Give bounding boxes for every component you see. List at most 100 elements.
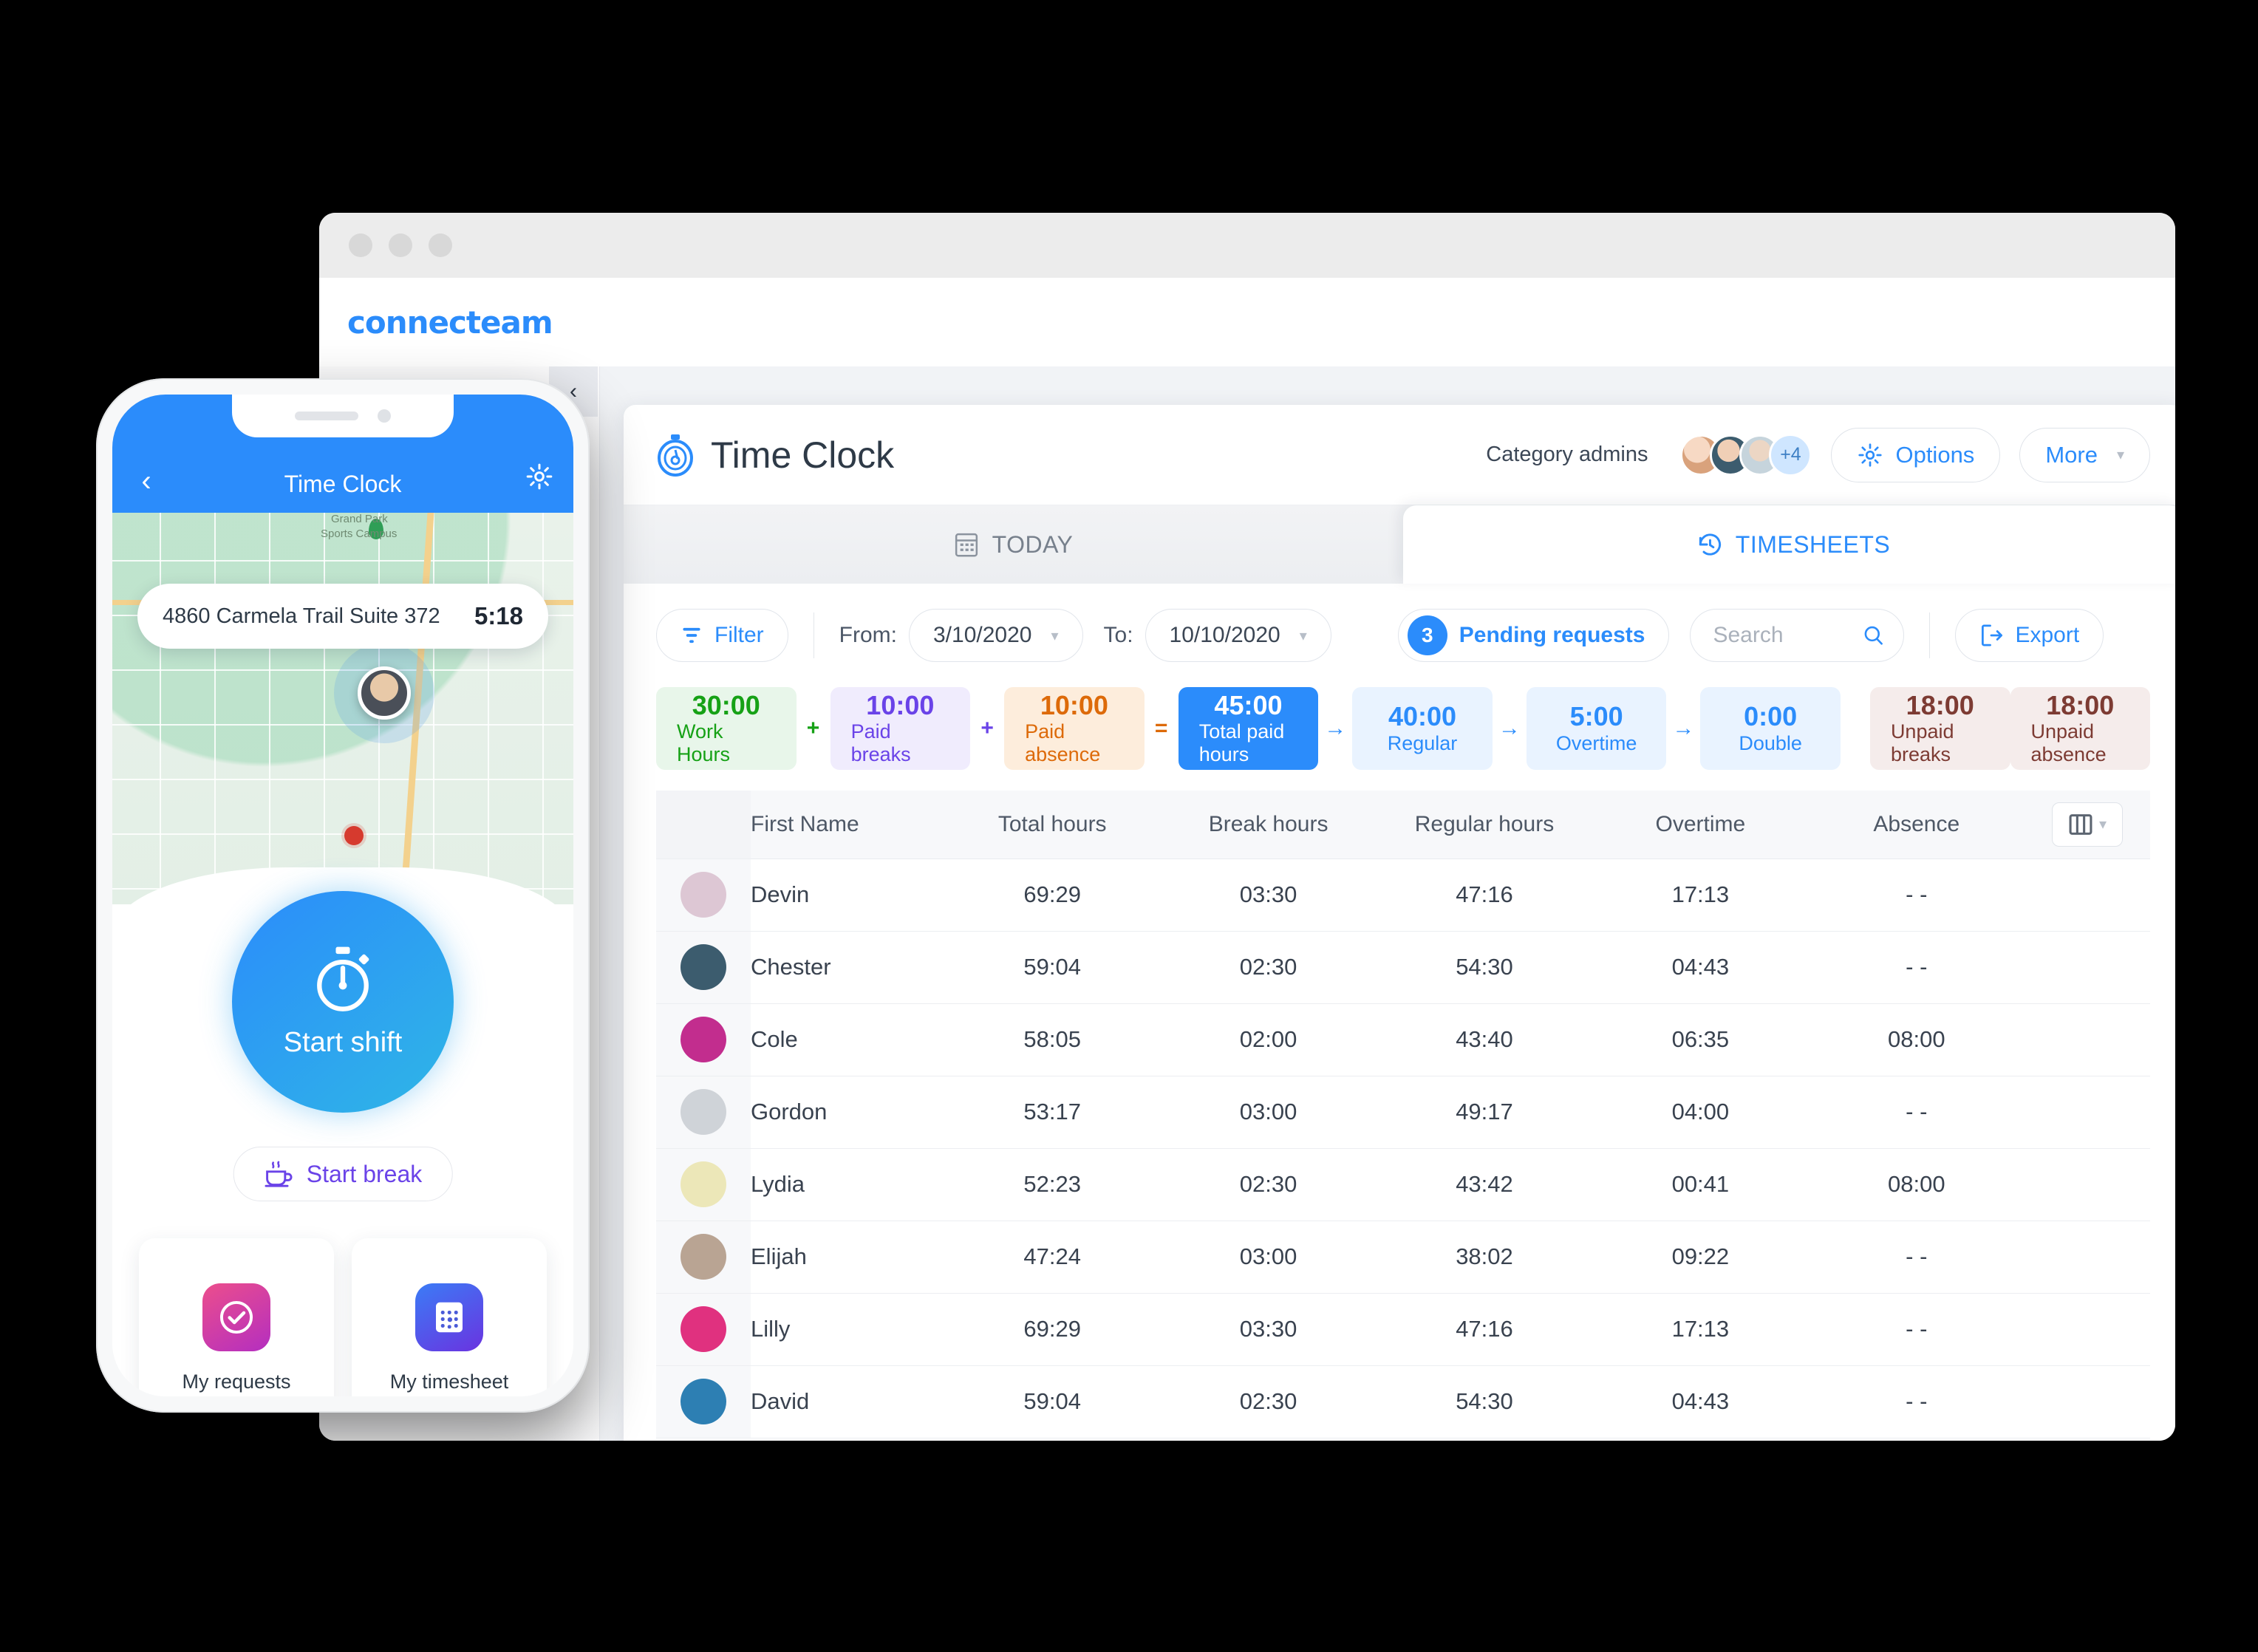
traffic-light-minimize-icon[interactable] [389, 233, 412, 257]
summary-chip-double[interactable]: 0:00 Double [1700, 687, 1841, 770]
table-row[interactable]: Lilly 69:29 03:30 47:16 17:13- - [656, 1293, 2150, 1366]
row-first-name: Lilly [751, 1293, 944, 1366]
table-row[interactable]: Chester 59:04 02:30 54:30 04:43- - [656, 931, 2150, 1004]
phone-speaker [295, 412, 358, 420]
column-picker-button[interactable]: ▾ [2052, 802, 2123, 847]
summary-chip-label: Unpaid absence [2030, 720, 2107, 766]
filter-button[interactable]: Filter [656, 609, 788, 662]
export-button[interactable]: Export [1955, 609, 2104, 662]
row-total-hours: 59:04 [944, 1365, 1161, 1438]
table-header-total-hours[interactable]: Total hours [944, 791, 1161, 859]
search-input[interactable] [1713, 623, 1863, 648]
app-brand-bar: connecteam [319, 278, 2175, 366]
options-button[interactable]: Options [1831, 427, 2001, 482]
summary-chip-label: Work Hours [677, 720, 731, 766]
row-regular-hours: 43:42 [1376, 1148, 1593, 1221]
location-address-bar[interactable]: 4860 Carmela Trail Suite 372 5:18 [137, 584, 548, 649]
map-label: Grand Park [331, 513, 388, 525]
row-absence: - - [1808, 1293, 2025, 1366]
start-break-label: Start break [306, 1160, 423, 1187]
summary-chip-work-hours[interactable]: 30:00 Work Hours [656, 687, 797, 770]
phone-map[interactable]: Grand Park Sports Campus Westfield [112, 513, 573, 904]
table-body: Devin 69:29 03:30 47:16 17:13- - Chester 59:04… [656, 859, 2150, 1438]
summary-chip-overtime[interactable]: 5:00 Overtime [1526, 687, 1667, 770]
table-row[interactable]: David 59:04 02:30 54:30 04:43- - [656, 1365, 2150, 1438]
avatar-overflow-count[interactable]: +4 [1769, 433, 1812, 477]
summary-chip-label: Double [1739, 731, 1802, 754]
summary-chip-value: 18:00 [2046, 689, 2115, 720]
summary-chip-operator: + [980, 716, 994, 740]
row-break-hours: 03:00 [1160, 1076, 1377, 1149]
my-timesheet-label: My timesheet [389, 1370, 509, 1393]
summary-chip-regular[interactable]: 40:00 Regular [1352, 687, 1493, 770]
row-first-name: Devin [751, 859, 944, 932]
more-button[interactable]: More ▾ [2019, 427, 2150, 482]
summary-chip-operator: → [1324, 716, 1347, 740]
row-avatar-cell [656, 1003, 751, 1076]
row-avatar-cell [656, 1148, 751, 1221]
row-regular-hours: 54:30 [1376, 931, 1593, 1004]
phone-gear-icon[interactable] [505, 462, 573, 498]
to-label: To: [1103, 623, 1133, 647]
stopwatch-icon [317, 946, 369, 1011]
search-box[interactable] [1690, 609, 1905, 662]
start-break-button[interactable]: Start break [233, 1147, 453, 1201]
summary-chip-total-paid-hours[interactable]: 45:00 Total paid hours [1178, 687, 1319, 770]
summary-chip-label: Paid breaks [850, 720, 911, 766]
app-body: ‹ Time Clock Category admins +4 Options … [319, 366, 2175, 1441]
table-header-regular-hours[interactable]: Regular hours [1376, 791, 1593, 859]
avatar [681, 1089, 726, 1135]
table-header-overtime[interactable]: Overtime [1592, 791, 1809, 859]
phone-camera [378, 409, 391, 423]
row-regular-hours: 47:16 [1376, 1293, 1593, 1366]
pending-requests-button[interactable]: 3 Pending requests [1397, 609, 1670, 662]
summary-chip-label: Regular [1387, 731, 1458, 754]
table-header-first-name[interactable]: First Name [751, 791, 944, 859]
summary-chip-paid-breaks[interactable]: 10:00 Paid breaks [830, 687, 971, 770]
traffic-light-close-icon[interactable] [349, 233, 372, 257]
map-label: Sports Campus [321, 528, 398, 540]
my-timesheet-card[interactable]: My timesheet [352, 1238, 547, 1396]
table-row[interactable]: Gordon 53:17 03:00 49:17 04:00- - [656, 1076, 2150, 1149]
tab-timesheets[interactable]: TIMESHEETS [1403, 505, 2175, 584]
table-row[interactable]: Elijah 47:24 03:00 38:02 09:22- - [656, 1221, 2150, 1294]
summary-chip-unpaid-breaks[interactable]: 18:00 Unpaid breaks [1869, 687, 2010, 770]
row-regular-hours: 49:17 [1376, 1076, 1593, 1149]
summary-chip-label: Unpaid breaks [1890, 720, 1954, 766]
summary-chip-paid-absence[interactable]: 10:00 Paid absence [1004, 687, 1145, 770]
avatar [681, 1234, 726, 1280]
table-header-absence[interactable]: Absence [1808, 791, 2025, 859]
row-overtime: 04:43 [1592, 1365, 1809, 1438]
row-regular-hours: 54:30 [1376, 1365, 1593, 1438]
history-clock-icon [1699, 533, 1721, 556]
my-requests-card[interactable]: My requests [139, 1238, 334, 1396]
address-text: 4860 Carmela Trail Suite 372 [163, 604, 440, 628]
from-date-select[interactable]: 3/10/2020 ▾ [909, 609, 1083, 662]
chevron-down-icon: ▾ [1299, 627, 1307, 644]
summary-chip-unpaid-absence[interactable]: 18:00 Unpaid absence [2010, 687, 2151, 770]
search-icon[interactable] [1863, 623, 1885, 648]
tab-bar: TODAY TIMESHEETS [624, 505, 2175, 584]
row-first-name: Gordon [751, 1076, 944, 1149]
export-button-label: Export [2015, 623, 2080, 647]
row-regular-hours: 38:02 [1376, 1221, 1593, 1294]
calendar-icon [955, 533, 978, 557]
check-circle-icon [202, 1283, 270, 1351]
row-regular-hours: 43:40 [1376, 1003, 1593, 1076]
divider [1929, 612, 1931, 658]
table-row[interactable]: Cole 58:05 02:00 43:40 06:35 08:00 [656, 1003, 2150, 1076]
table-header-break-hours[interactable]: Break hours [1160, 791, 1377, 859]
phone-back-chevron-left-icon[interactable]: ‹ [112, 465, 180, 498]
table-row[interactable]: Lydia 52:23 02:30 43:42 00:41 08:00 [656, 1148, 2150, 1221]
avatar [681, 944, 726, 990]
row-actions [2025, 859, 2150, 932]
table-row[interactable]: Devin 69:29 03:30 47:16 17:13- - [656, 859, 2150, 932]
category-admins-avatars[interactable]: +4 [1680, 433, 1812, 477]
to-date-select[interactable]: 10/10/2020 ▾ [1145, 609, 1331, 662]
row-overtime: 09:22 [1592, 1221, 1809, 1294]
tab-today[interactable]: TODAY [624, 505, 1403, 584]
start-shift-button[interactable]: Start shift [232, 891, 454, 1113]
traffic-light-maximize-icon[interactable] [429, 233, 452, 257]
connecteam-logo[interactable]: connecteam [347, 304, 553, 341]
row-absence: - - [1808, 1076, 2025, 1149]
